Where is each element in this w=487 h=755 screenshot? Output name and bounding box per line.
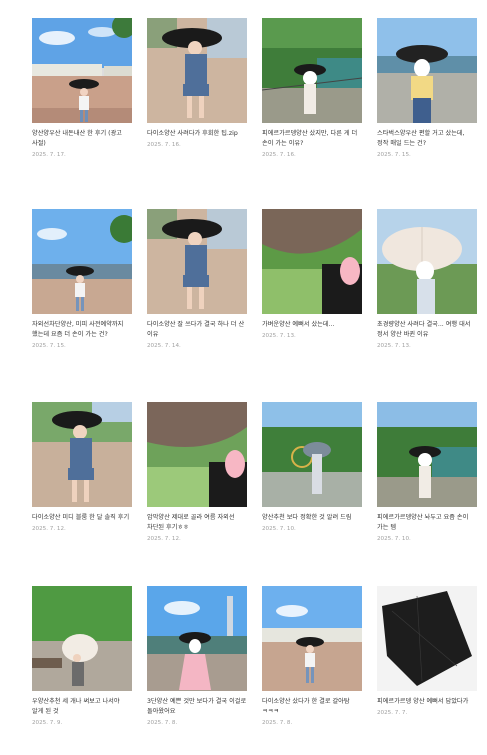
post-card[interactable]: 피에르가르뎅양산 샀지만, 다른 게 더 손이 가는 이유? 2025. 7. … — [262, 18, 362, 158]
post-title[interactable]: 양산양우산 내돈내산 한 후기 (광고 사절) — [32, 129, 132, 149]
post-title[interactable]: 우양산추천 세 개나 써보고 나서야 알게 된 것 — [32, 697, 132, 717]
post-date: 2025. 7. 15. — [32, 343, 66, 349]
post-card[interactable]: 우양산추천 세 개나 써보고 나서야 알게 된 것 2025. 7. 9. — [32, 586, 132, 726]
post-thumbnail[interactable] — [147, 402, 247, 507]
post-date: 2025. 7. 8. — [262, 720, 293, 726]
post-title[interactable]: 다이소양산 미디 블룸 한 달 솔직 후기 — [32, 513, 132, 523]
post-title[interactable]: 다이소양산 잘 쓰다가 결국 하나 더 산 이유 — [147, 320, 247, 340]
post-card[interactable]: 초경량양산 사려다 결국... 여행 대서 정서 양산 바뀐 이유 2025. … — [377, 209, 477, 349]
post-date: 2025. 7. 13. — [262, 333, 296, 339]
post-title[interactable]: 초경량양산 사려다 결국... 여행 대서 정서 양산 바뀐 이유 — [377, 320, 477, 340]
post-date: 2025. 7. 16. — [147, 142, 181, 148]
post-thumbnail[interactable] — [262, 209, 362, 314]
post-thumbnail[interactable] — [262, 402, 362, 507]
post-title[interactable]: 가벼운양산 예뻐서 샀는데... — [262, 320, 362, 330]
post-date: 2025. 7. 12. — [32, 526, 66, 532]
post-title[interactable]: 피에르가르뎅양산 놔두고 요즘 손이 가는 템 — [377, 513, 477, 533]
post-thumbnail[interactable] — [377, 209, 477, 314]
post-date: 2025. 7. 15. — [377, 152, 411, 158]
post-title[interactable]: 3단양산 예쁜 것만 보다가 결국 이걸로 돌아왔어요 — [147, 697, 247, 717]
post-date: 2025. 7. 7. — [377, 710, 408, 716]
post-title[interactable]: 자외선차단양산, 미피 사전예약까지 했는데 요즘 더 손이 가는 건? — [32, 320, 132, 340]
post-card[interactable]: 스타벅스양우산 편할 거고 샀는데, 정작 매일 드는 건? 2025. 7. … — [377, 18, 477, 158]
post-card[interactable]: 피에르가르뎅 양산 예뻐서 담았다가 2025. 7. 7. — [377, 586, 477, 716]
post-date: 2025. 7. 9. — [32, 720, 63, 726]
post-date: 2025. 7. 17. — [32, 152, 66, 158]
post-title[interactable]: 다이소양산 샀다가 한 결로 갈아탐 ㅋㅋㅋ — [262, 697, 362, 717]
post-date: 2025. 7. 13. — [377, 343, 411, 349]
post-thumbnail[interactable] — [147, 209, 247, 314]
post-title[interactable]: 피에르가르뎅 양산 예뻐서 담았다가 — [377, 697, 477, 707]
post-thumbnail[interactable] — [32, 18, 132, 123]
post-card[interactable]: 다이소양산 잘 쓰다가 결국 하나 더 산 이유 2025. 7. 14. — [147, 209, 247, 349]
post-title[interactable]: 양산추천 보다 정확한 것 알려 드림 — [262, 513, 362, 523]
post-card[interactable]: 3단양산 예쁜 것만 보다가 결국 이걸로 돌아왔어요 2025. 7. 8. — [147, 586, 247, 726]
post-date: 2025. 7. 14. — [147, 343, 181, 349]
post-card[interactable]: 다이소양산 사려다가 후회한 팁.zip 2025. 7. 16. — [147, 18, 247, 148]
post-thumbnail[interactable] — [262, 18, 362, 123]
post-thumbnail[interactable] — [377, 402, 477, 507]
post-grid: 양산양우산 내돈내산 한 후기 (광고 사절) 2025. 7. 17. 다이소… — [0, 0, 487, 755]
post-date: 2025. 7. 16. — [262, 152, 296, 158]
post-card[interactable]: 다이소양산 미디 블룸 한 달 솔직 후기 2025. 7. 12. — [32, 402, 132, 532]
post-thumbnail[interactable] — [377, 18, 477, 123]
post-thumbnail[interactable] — [32, 586, 132, 691]
post-title[interactable]: 암막양산 제대로 골라 여름 자외선 차단된 후기ㅎㅎ — [147, 513, 247, 533]
post-date: 2025. 7. 8. — [147, 720, 178, 726]
post-date: 2025. 7. 12. — [147, 536, 181, 542]
post-card[interactable]: 양산양우산 내돈내산 한 후기 (광고 사절) 2025. 7. 17. — [32, 18, 132, 158]
post-date: 2025. 7. 10. — [377, 536, 411, 542]
post-thumbnail[interactable] — [262, 586, 362, 691]
post-title[interactable]: 피에르가르뎅양산 샀지만, 다른 게 더 손이 가는 이유? — [262, 129, 362, 149]
post-card[interactable]: 암막양산 제대로 골라 여름 자외선 차단된 후기ㅎㅎ 2025. 7. 12. — [147, 402, 247, 542]
post-card[interactable]: 자외선차단양산, 미피 사전예약까지 했는데 요즘 더 손이 가는 건? 202… — [32, 209, 132, 349]
post-card[interactable]: 다이소양산 샀다가 한 결로 갈아탐 ㅋㅋㅋ 2025. 7. 8. — [262, 586, 362, 726]
post-card[interactable]: 피에르가르뎅양산 놔두고 요즘 손이 가는 템 2025. 7. 10. — [377, 402, 477, 542]
post-title[interactable]: 스타벅스양우산 편할 거고 샀는데, 정작 매일 드는 건? — [377, 129, 477, 149]
post-thumbnail[interactable] — [147, 586, 247, 691]
post-thumbnail[interactable] — [32, 209, 132, 314]
post-thumbnail[interactable] — [377, 586, 477, 691]
post-thumbnail[interactable] — [147, 18, 247, 123]
post-date: 2025. 7. 10. — [262, 526, 296, 532]
post-card[interactable]: 가벼운양산 예뻐서 샀는데... 2025. 7. 13. — [262, 209, 362, 339]
post-card[interactable]: 양산추천 보다 정확한 것 알려 드림 2025. 7. 10. — [262, 402, 362, 532]
post-title[interactable]: 다이소양산 사려다가 후회한 팁.zip — [147, 129, 247, 139]
post-thumbnail[interactable] — [32, 402, 132, 507]
